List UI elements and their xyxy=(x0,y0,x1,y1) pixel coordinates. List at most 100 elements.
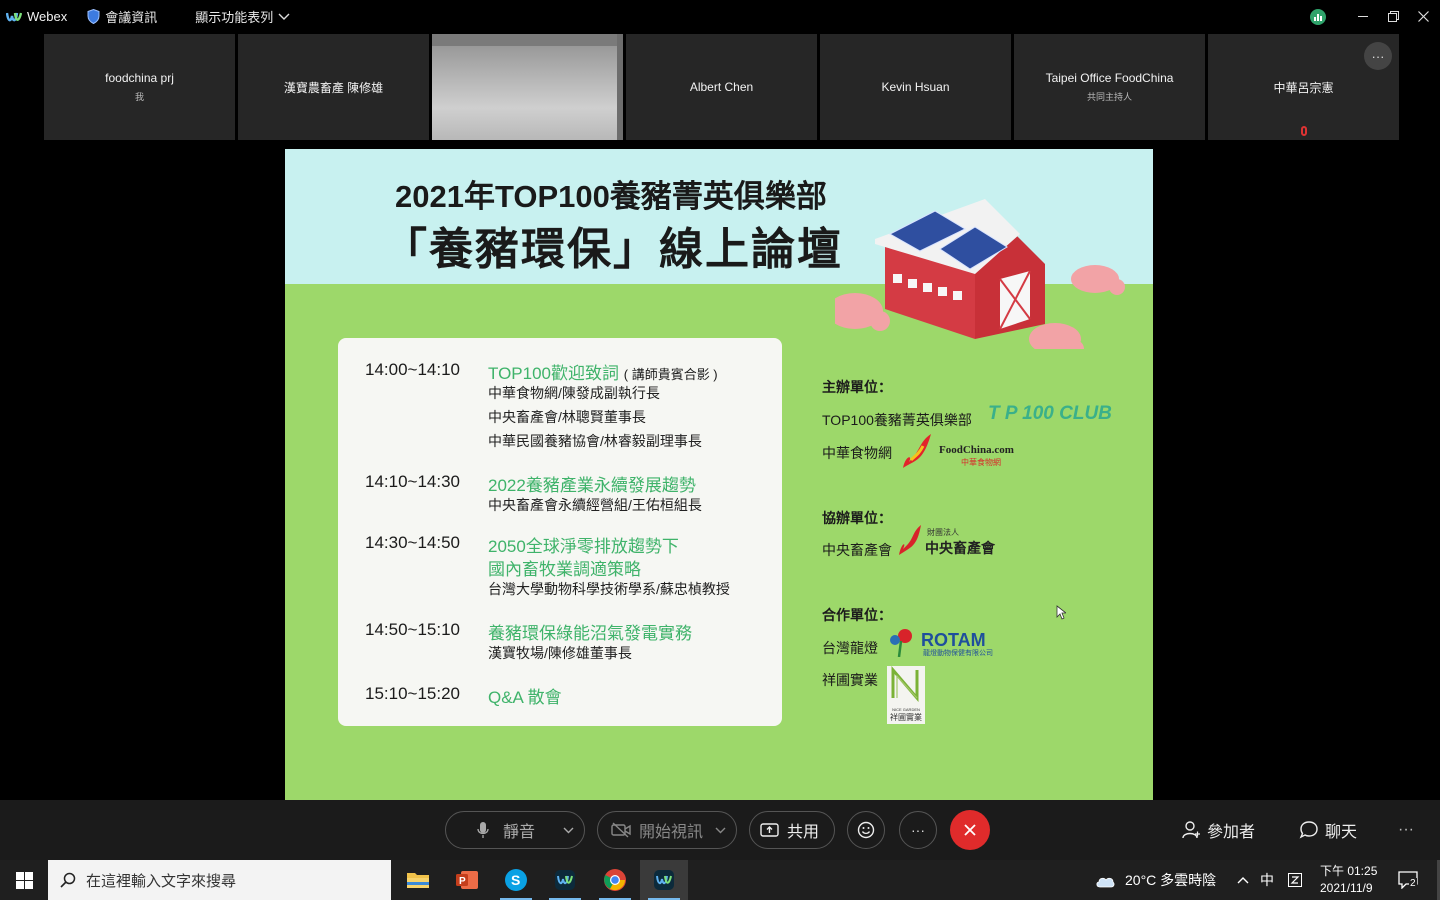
taskbar-search-box[interactable]: 在這裡輸入文字來搜尋 xyxy=(48,860,391,900)
agenda-time: 14:50~15:10 xyxy=(365,620,461,639)
shield-icon xyxy=(87,9,100,24)
agenda-topic: 養豬環保綠能沼氣發電實務 xyxy=(488,624,692,643)
participant-tile[interactable]: foodchina prj 我 xyxy=(44,34,235,140)
participant-name: 漢寶農畜產 陳修雄 xyxy=(283,80,384,95)
chrome-app[interactable] xyxy=(591,860,639,900)
video-off-icon xyxy=(611,822,631,838)
foodchina-logo-sub: 中華食物網 xyxy=(961,458,1001,467)
partner2-name: 祥圃實業 xyxy=(822,672,878,688)
chrome-icon xyxy=(604,869,626,891)
start-video-button[interactable]: 開始視訊 xyxy=(597,811,737,849)
co-organizer-name: 中央畜產會 xyxy=(822,542,892,558)
chevron-up-icon xyxy=(1237,877,1249,884)
webex-meetings-icon xyxy=(555,870,575,890)
participants-button[interactable]: 參加者 xyxy=(1181,800,1255,860)
mute-label: 靜音 xyxy=(503,824,536,841)
cloud-icon xyxy=(1096,877,1115,888)
mute-button[interactable]: 靜音 xyxy=(445,811,585,849)
partner1-name: 台灣龍燈 xyxy=(822,640,878,656)
host-heading: 主辦單位： xyxy=(822,379,892,395)
share-button[interactable]: 共用 xyxy=(749,811,835,849)
network-stats-icon[interactable] xyxy=(1310,8,1326,25)
webex-logo: Webex xyxy=(6,9,67,24)
slide-title-line2: 「養豬環保」線上論壇 xyxy=(383,225,843,274)
ime-mode-icon xyxy=(1288,873,1302,887)
search-icon xyxy=(60,872,76,888)
windows-logo-icon xyxy=(15,871,33,889)
foodchina-logo: FoodChina.com xyxy=(939,444,1014,456)
agenda-speaker: 中華食物網/陳發成副執行長 xyxy=(488,385,660,401)
agenda-time: 15:10~15:20 xyxy=(365,684,461,703)
webex-meetings-app[interactable] xyxy=(541,860,589,900)
show-menu-bar-button[interactable]: 顯示功能表列 xyxy=(195,7,290,26)
ime-mode-button[interactable] xyxy=(1288,860,1302,900)
nice-garden-sub2: 祥圃實業 xyxy=(890,713,922,722)
svg-text:P: P xyxy=(459,876,466,887)
ime-indicator[interactable]: 中 xyxy=(1260,860,1274,900)
agenda-time: 14:30~14:50 xyxy=(365,533,461,552)
close-window-button[interactable] xyxy=(1408,4,1438,30)
show-hidden-icons-button[interactable] xyxy=(1237,860,1249,900)
meeting-controls: 靜音 開始視訊 共用 ··· 參加者 聊天 ··· xyxy=(0,800,1440,860)
participant-name: Taipei Office FoodChina xyxy=(1045,71,1174,85)
participant-name: Kevin Hsuan xyxy=(881,80,950,94)
skype-app[interactable]: S xyxy=(492,860,540,900)
chevron-down-icon xyxy=(715,827,726,834)
more-icon: ··· xyxy=(1398,821,1414,838)
reactions-button[interactable] xyxy=(847,811,885,849)
minimize-button[interactable] xyxy=(1348,4,1378,30)
close-icon xyxy=(964,824,976,836)
host2-name: 中華食物網 xyxy=(822,445,892,461)
nlif-logo: 中央畜產會 xyxy=(925,540,995,556)
participant-name: 中華呂宗憲 xyxy=(1273,80,1334,95)
host1-name: TOP100養豬菁英俱樂部 xyxy=(822,412,972,428)
leave-meeting-button[interactable] xyxy=(950,810,990,850)
webex-app[interactable] xyxy=(640,860,688,900)
windows-taskbar: 在這裡輸入文字來搜尋 P S 20°C 多雲時陰 中 下午 01:25 2021… xyxy=(0,860,1440,900)
rotam-logo-sub: 龍燈動物保健有限公司 xyxy=(923,650,993,657)
participant-tile[interactable]: Kevin Hsuan xyxy=(820,34,1011,140)
partner-heading: 合作單位： xyxy=(822,607,892,623)
microphone-icon xyxy=(477,822,489,838)
weather-widget[interactable]: 20°C 多雲時陰 xyxy=(1094,860,1216,900)
participant-tile[interactable]: Albert Chen xyxy=(626,34,817,140)
nlif-logo-small: 財團法人 xyxy=(927,528,959,537)
video-door-frame xyxy=(617,34,623,140)
more-options-button[interactable]: ··· xyxy=(1364,42,1392,70)
restore-button[interactable] xyxy=(1378,4,1408,30)
close-icon xyxy=(1417,11,1429,22)
agenda-time: 14:00~14:10 xyxy=(365,360,461,379)
nice-garden-n-icon xyxy=(891,665,919,703)
chat-bubble-icon xyxy=(1299,821,1318,839)
title-bar: Webex 會議資訊 顯示功能表列 xyxy=(0,0,1440,33)
start-video-label: 開始視訊 xyxy=(639,824,704,841)
agenda-speaker: 中央畜產會/林聰賢董事長 xyxy=(488,409,646,425)
participant-video-tile[interactable] xyxy=(432,34,623,140)
clock-date: 2021/11/9 xyxy=(1320,881,1373,895)
agenda-topic-line2: 國內畜牧業調適策略 xyxy=(488,560,641,579)
person-icon xyxy=(1182,821,1200,839)
co-organizer-heading: 協辦單位： xyxy=(822,510,892,526)
start-button[interactable] xyxy=(0,860,48,900)
agenda-topic: Q&A 散會 xyxy=(488,688,562,707)
meeting-info-button[interactable]: 會議資訊 xyxy=(87,7,157,26)
muted-mic-icon xyxy=(1300,126,1307,136)
participant-tile[interactable]: 漢寶農畜產 陳修雄 xyxy=(238,34,429,140)
notification-center-button[interactable]: 2 xyxy=(1398,860,1418,900)
participant-tile[interactable]: 中華呂宗憲 ··· xyxy=(1208,34,1399,140)
agenda-speaker: 中央畜產會永續經營組/王佑桓組長 xyxy=(488,497,702,513)
powerpoint-app[interactable]: P xyxy=(443,860,491,900)
clock[interactable]: 下午 01:25 2021/11/9 xyxy=(1320,860,1377,900)
webex-icon xyxy=(654,870,674,890)
agenda-topic: 2050全球淨零排放趨勢下 xyxy=(488,537,679,556)
more-panels-button[interactable]: ··· xyxy=(1398,800,1414,860)
chat-button[interactable]: 聊天 xyxy=(1299,800,1357,860)
more-icon: ··· xyxy=(911,822,925,838)
participant-tile[interactable]: Taipei Office FoodChina 共同主持人 xyxy=(1014,34,1205,140)
file-explorer-app[interactable] xyxy=(394,860,442,900)
weather-text: 20°C 多雲時陰 xyxy=(1125,872,1217,888)
more-options-button[interactable]: ··· xyxy=(899,811,937,849)
show-menu-label: 顯示功能表列 xyxy=(195,10,274,25)
foodchina-flame-icon xyxy=(903,434,931,468)
agenda-card: 14:00~14:10 TOP100歡迎致詞 ( 講師貴賓合影 ) 中華食物網/… xyxy=(338,338,782,726)
